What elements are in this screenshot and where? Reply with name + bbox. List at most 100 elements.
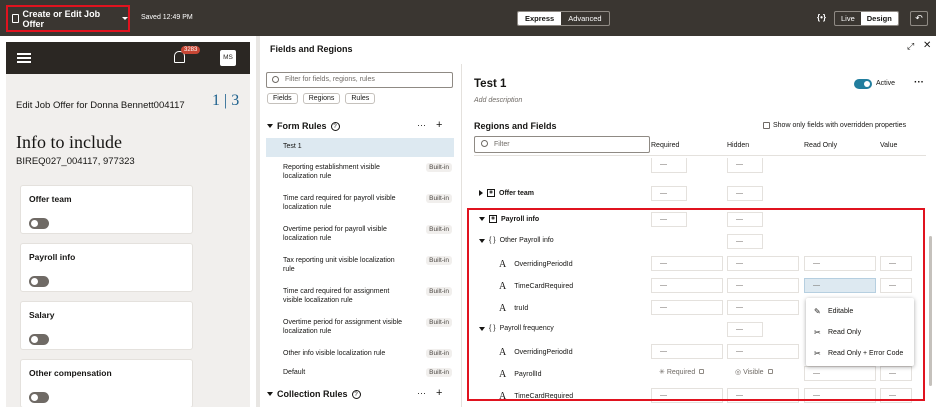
rules-search-input[interactable]: Filter for fields, regions, rules — [266, 72, 453, 88]
mode-advanced[interactable]: Advanced — [561, 12, 608, 25]
hidden-cell[interactable]: — — [727, 212, 763, 227]
chip-regions[interactable]: Regions — [302, 93, 341, 104]
row-label: { } Payroll frequency — [479, 325, 554, 332]
toggle-switch[interactable] — [29, 392, 49, 403]
description-field[interactable]: Add description — [474, 97, 522, 104]
hidden-cell[interactable]: — — [727, 344, 799, 359]
required-cell[interactable]: — — [651, 212, 687, 227]
show-only-overridden[interactable]: Show only fields with overridden propert… — [763, 122, 906, 129]
toggle-switch[interactable] — [29, 334, 49, 345]
more-icon[interactable]: ··· — [914, 77, 924, 88]
more-icon[interactable]: ··· — [417, 120, 426, 130]
table-row[interactable]: A TimeCardRequired — — — — — [463, 276, 936, 296]
close-icon[interactable]: ✕ — [923, 40, 931, 51]
page-selector[interactable]: Create or Edit Job Offer — [6, 5, 130, 32]
table-row[interactable]: { } Other Payroll info — — [463, 232, 936, 252]
required-cell[interactable]: — — [651, 278, 723, 293]
save-status: Saved 12:49 PM — [141, 14, 193, 21]
rule-item[interactable]: Tax reporting unit visible localization … — [266, 256, 454, 274]
form-rules-header[interactable]: Form Rules ? — [267, 121, 340, 131]
chevron-down-icon[interactable] — [479, 238, 485, 243]
hidden-cell[interactable]: — — [727, 234, 763, 249]
read-only-cell[interactable]: — — [804, 366, 876, 381]
read-only-cell[interactable]: — — [804, 256, 876, 271]
menu-item-read-only[interactable]: ✂ Read Only — [814, 328, 861, 337]
hidden-cell[interactable]: — — [727, 300, 799, 315]
hidden-cell[interactable]: — — [727, 322, 763, 337]
hamburger-menu-icon[interactable] — [17, 53, 31, 63]
required-cell[interactable]: — — [651, 344, 723, 359]
value-cell[interactable]: — — [880, 366, 912, 381]
required-cell[interactable]: — — [651, 186, 687, 201]
rules-pane: Filter for fields, regions, rules Fields… — [260, 64, 462, 407]
chevron-down-icon[interactable] — [479, 326, 485, 331]
hidden-cell[interactable]: — — [727, 278, 799, 293]
table-row[interactable]: ⌗ Offer team — — — [463, 184, 936, 204]
table-row[interactable]: A TimeCardRequired — — — — — [463, 386, 936, 406]
table-row[interactable]: A OverridingPeriodId — — — — — [463, 254, 936, 274]
rule-item[interactable]: Overtime period for payroll visible loca… — [266, 225, 454, 243]
rule-name: Tax reporting unit visible localization … — [283, 257, 395, 273]
rule-item[interactable]: Reporting establishment visible localiza… — [266, 163, 454, 181]
scrollbar[interactable] — [929, 236, 932, 386]
row-label: ⌗ Payroll info — [479, 215, 539, 223]
mode-express[interactable]: Express — [518, 12, 562, 25]
read-only-cell[interactable]: — — [804, 388, 876, 403]
table-row[interactable]: A PayrollId ✳ Required ◎ Visible — — — [463, 364, 936, 384]
chip-fields[interactable]: Fields — [267, 93, 298, 104]
checkbox[interactable] — [763, 122, 770, 129]
rule-title[interactable]: Test 1 — [474, 78, 506, 90]
code-icon[interactable]: {•} — [817, 13, 826, 22]
rule-item[interactable]: Time card required for assignment visibl… — [266, 287, 454, 305]
help-icon[interactable]: ? — [351, 389, 361, 399]
required-cell[interactable]: — — [651, 388, 723, 403]
column-hidden: Hidden — [727, 142, 750, 149]
value-cell[interactable]: — — [880, 278, 912, 293]
add-icon[interactable]: + — [436, 119, 442, 131]
more-icon[interactable]: ··· — [417, 388, 426, 398]
row-name: Offer team — [499, 189, 535, 197]
filter-input[interactable]: Filter — [474, 136, 650, 153]
hidden-cell[interactable]: — — [727, 186, 763, 201]
row-label: A TimeCardRequired — [499, 281, 573, 292]
row-label: A truId — [499, 303, 528, 314]
read-only-cell[interactable]: — — [804, 278, 876, 293]
rule-item[interactable]: Time card required for payroll visible l… — [266, 194, 454, 212]
hidden-cell[interactable]: — — [727, 256, 799, 271]
search-placeholder: Filter for fields, regions, rules — [285, 76, 375, 83]
avatar[interactable]: MS — [220, 50, 236, 66]
required-cell[interactable]: — — [651, 256, 723, 271]
step-current: 1 — [212, 92, 220, 109]
menu-item-read-only-error[interactable]: ✂ Read Only + Error Code — [814, 349, 903, 358]
undo-icon[interactable]: ↶ — [910, 11, 928, 26]
chevron-down-icon[interactable] — [479, 217, 485, 221]
expand-icon[interactable]: ⤢ — [907, 41, 914, 52]
text-field-icon: A — [499, 303, 507, 314]
rule-item[interactable]: Other info visible localization rule Bui… — [266, 349, 454, 358]
hidden-cell[interactable]: — — [727, 388, 799, 403]
top-bar: Create or Edit Job Offer Saved 12:49 PM … — [0, 0, 936, 36]
toggle-switch[interactable] — [29, 218, 49, 229]
help-icon[interactable]: ? — [330, 121, 340, 131]
view-live[interactable]: Live — [835, 12, 861, 25]
collection-rules-actions: ··· + — [417, 387, 442, 399]
add-icon[interactable]: + — [436, 387, 442, 399]
rule-item[interactable]: Overtime period for assignment visible l… — [266, 318, 454, 336]
chevron-right-icon[interactable] — [479, 190, 483, 196]
view-design[interactable]: Design — [860, 12, 898, 25]
column-read-only: Read Only — [804, 142, 838, 149]
rule-item[interactable]: Default Built-in — [266, 368, 454, 377]
toggle-switch[interactable] — [29, 276, 49, 287]
hidden-cell[interactable]: — — [727, 158, 763, 173]
menu-item-editable[interactable]: ✎ Editable — [814, 307, 853, 316]
rule-item[interactable]: Test 1 — [266, 138, 454, 157]
required-cell[interactable]: — — [651, 158, 687, 173]
active-toggle[interactable] — [854, 79, 872, 89]
value-cell[interactable]: — — [880, 388, 912, 403]
collection-rules-header[interactable]: Collection Rules ? — [267, 389, 361, 399]
required-cell[interactable]: — — [651, 300, 723, 315]
table-row[interactable]: ⌗ Payroll info — — — [463, 210, 936, 230]
builtin-badge: Built-in — [426, 318, 452, 327]
value-cell[interactable]: — — [880, 256, 912, 271]
chip-rules[interactable]: Rules — [345, 93, 376, 104]
